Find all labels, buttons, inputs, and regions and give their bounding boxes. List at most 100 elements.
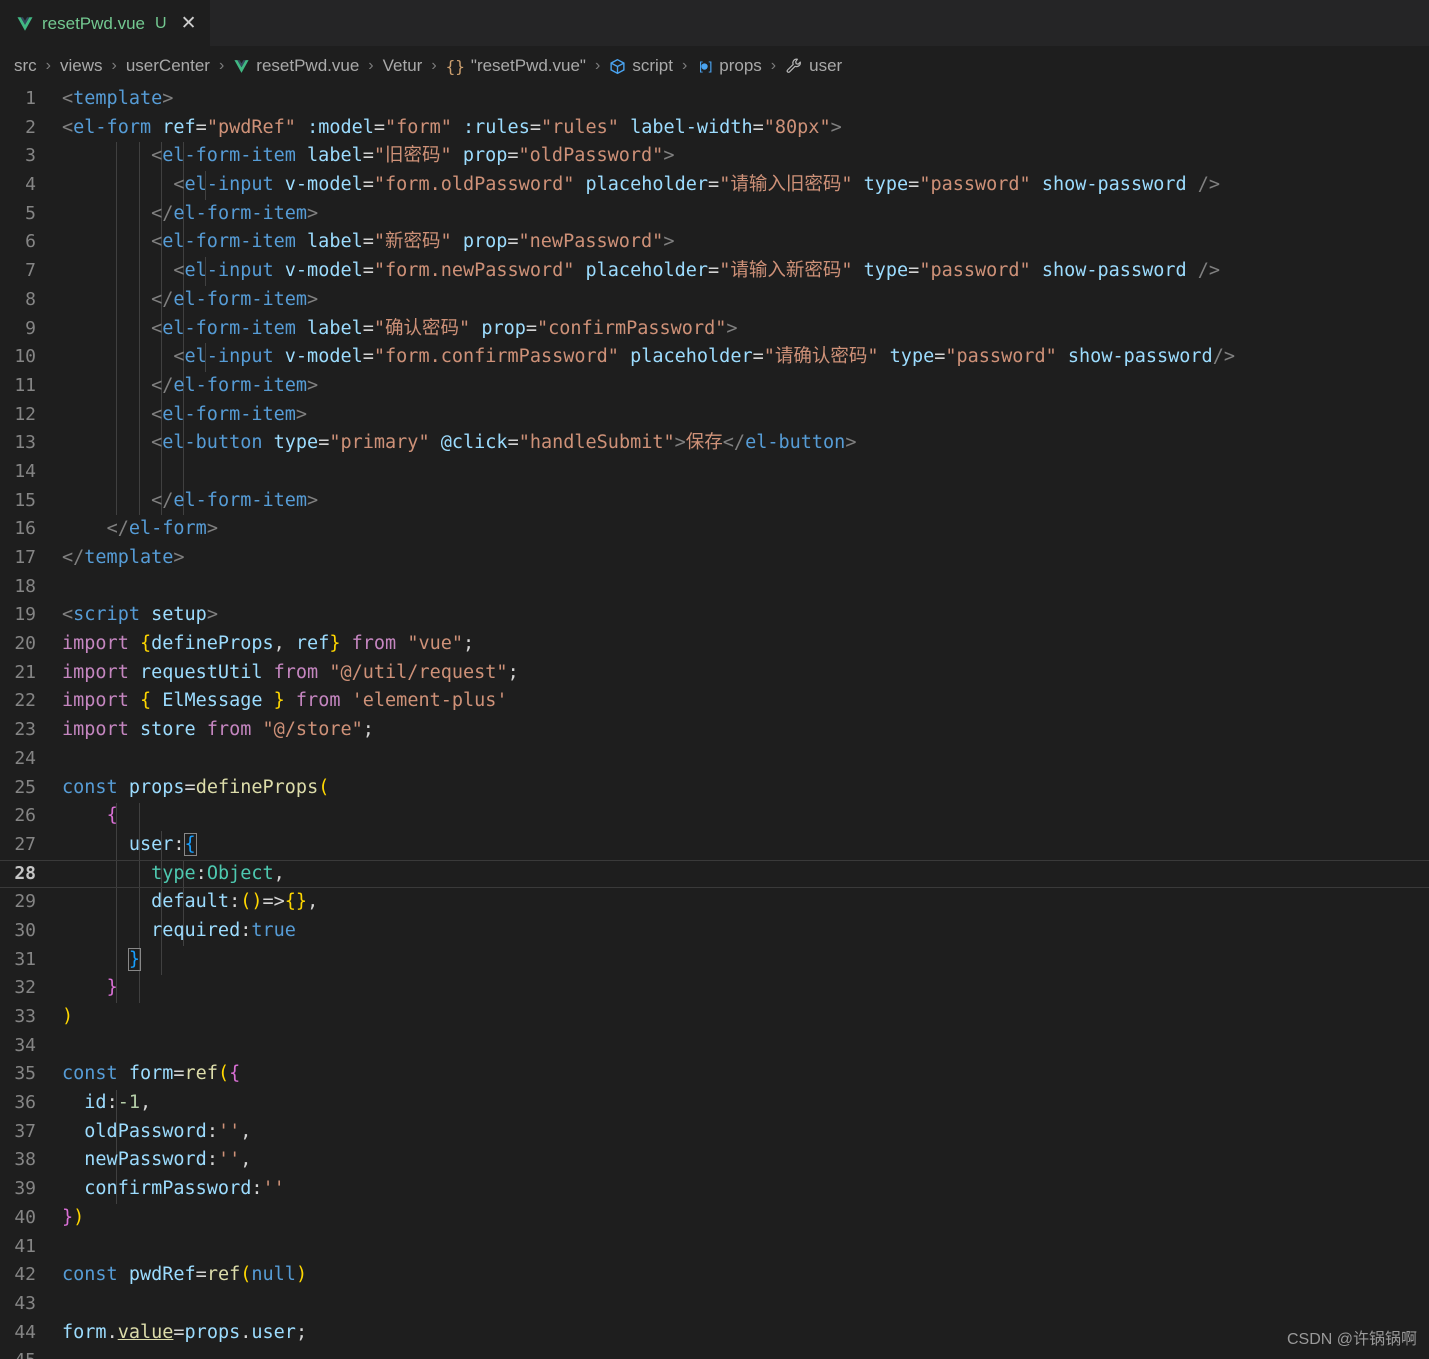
code-line[interactable]: 31 } <box>0 946 1429 975</box>
code-line[interactable]: 22 import { ElMessage } from 'element-plu… <box>0 687 1429 716</box>
code-line[interactable]: 28 type:Object, <box>0 859 1429 889</box>
code-line[interactable]: 4 <el-input v-model="form.oldPassword" p… <box>0 171 1429 200</box>
line-number: 7 <box>25 260 36 282</box>
code-line[interactable]: 7 <el-input v-model="form.newPassword" p… <box>0 257 1429 286</box>
code-line[interactable]: 17 </template> <box>0 544 1429 573</box>
code-line-text[interactable]: type:Object, <box>62 860 1429 889</box>
breadcrumb-item-vetur[interactable]: Vetur <box>381 56 425 76</box>
code-line[interactable]: 2 <el-form ref="pwdRef" :model="form" :ru… <box>0 114 1429 143</box>
code-line-text[interactable]: user:{ <box>62 831 1429 860</box>
breadcrumb-label: Vetur <box>382 56 423 75</box>
tab-resetpwd-vue[interactable]: resetPwd.vue U ✕ <box>0 0 211 46</box>
code-line[interactable]: 29 default:()=>{}, <box>0 888 1429 917</box>
code-line-text[interactable]: <el-input v-model="form.oldPassword" pla… <box>62 171 1429 200</box>
code-line-text[interactable]: confirmPassword:'' <box>62 1175 1429 1204</box>
code-line[interactable]: 41 <box>0 1233 1429 1262</box>
code-line[interactable]: 45 <box>0 1347 1429 1359</box>
code-line[interactable]: 40}) <box>0 1204 1429 1233</box>
code-line[interactable]: 43 <box>0 1290 1429 1319</box>
code-editor[interactable]: 1 <template> 2 <el-form ref="pwdRef" :model… <box>0 85 1429 1359</box>
code-lines-container[interactable]: 1 <template> 2 <el-form ref="pwdRef" :model… <box>0 85 1429 1359</box>
breadcrumb-item-views[interactable]: views <box>58 56 105 76</box>
code-line[interactable]: 16 </el-form> <box>0 515 1429 544</box>
code-line[interactable]: 27 user:{ <box>0 831 1429 860</box>
code-line-text[interactable]: import requestUtil from "@/util/request"… <box>62 659 1429 688</box>
code-line[interactable]: 37 oldPassword:'', <box>0 1118 1429 1147</box>
close-icon[interactable]: ✕ <box>181 14 197 33</box>
code-line[interactable]: 36 id:-1, <box>0 1089 1429 1118</box>
code-line-text[interactable]: ) <box>62 1003 1429 1032</box>
code-line[interactable]: 10 <el-input v-model="form.confirmPasswo… <box>0 343 1429 372</box>
code-line-text[interactable]: required:true <box>62 917 1429 946</box>
code-line-text[interactable]: <template> <box>62 85 1429 114</box>
code-line[interactable]: 23 import store from "@/store"; <box>0 716 1429 745</box>
code-line-text[interactable]: import store from "@/store"; <box>62 716 1429 745</box>
code-line[interactable]: 9 <el-form-item label="确认密码" prop="confi… <box>0 315 1429 344</box>
code-line-text[interactable]: </el-form> <box>62 515 1429 544</box>
code-line[interactable]: 35 const form=ref({ <box>0 1060 1429 1089</box>
code-line-text[interactable]: <el-input v-model="form.newPassword" pla… <box>62 257 1429 286</box>
code-line-text[interactable]: oldPassword:'', <box>62 1118 1429 1147</box>
breadcrumb-item-resetpwd-vue[interactable]: resetPwd.vue <box>231 56 361 76</box>
breadcrumb-item-script[interactable]: script <box>607 56 675 76</box>
code-line-text[interactable]: <el-button type="primary" @click="handle… <box>62 429 1429 458</box>
breadcrumb-item-resetpwd-object[interactable]: {} "resetPwd.vue" <box>444 56 588 76</box>
code-line-text[interactable]: <el-form-item> <box>62 401 1429 430</box>
code-line[interactable]: 3 <el-form-item label="旧密码" prop="oldPas… <box>0 142 1429 171</box>
code-line[interactable]: 19 <script setup> <box>0 601 1429 630</box>
code-line-text[interactable]: form.value=props.user; <box>62 1319 1429 1348</box>
code-line[interactable]: 34 <box>0 1032 1429 1061</box>
code-line-text[interactable]: }) <box>62 1204 1429 1233</box>
code-line-text[interactable]: </el-form-item> <box>62 487 1429 516</box>
code-line-text[interactable]: } <box>62 974 1429 1003</box>
code-line-text[interactable]: <script setup> <box>62 601 1429 630</box>
code-line[interactable]: 18 <box>0 573 1429 602</box>
code-line[interactable]: 1 <template> <box>0 85 1429 114</box>
code-line[interactable]: 44 form.value=props.user; <box>0 1319 1429 1348</box>
code-line[interactable]: 26 { <box>0 802 1429 831</box>
code-line[interactable]: 25 const props=defineProps( <box>0 774 1429 803</box>
code-line-text[interactable]: <el-form-item label="确认密码" prop="confirm… <box>62 315 1429 344</box>
breadcrumb-item-user[interactable]: user <box>783 56 844 76</box>
code-line-text[interactable]: } <box>62 946 1429 975</box>
code-line-text[interactable]: const form=ref({ <box>62 1060 1429 1089</box>
code-line-text[interactable]: <el-input v-model="form.confirmPassword"… <box>62 343 1429 372</box>
code-line-text[interactable]: const pwdRef=ref(null) <box>62 1261 1429 1290</box>
code-line[interactable]: 38 newPassword:'', <box>0 1146 1429 1175</box>
code-line-text[interactable]: id:-1, <box>62 1089 1429 1118</box>
code-line-text[interactable]: <el-form-item label="旧密码" prop="oldPassw… <box>62 142 1429 171</box>
code-line-text[interactable]: { <box>62 802 1429 831</box>
breadcrumb-item-usercenter[interactable]: userCenter <box>124 56 212 76</box>
code-line[interactable]: 21 import requestUtil from "@/util/reques… <box>0 659 1429 688</box>
code-line-text[interactable]: </el-form-item> <box>62 372 1429 401</box>
code-line-text[interactable]: import { ElMessage } from 'element-plus' <box>62 687 1429 716</box>
code-line-text[interactable]: import {defineProps, ref} from "vue"; <box>62 630 1429 659</box>
code-line[interactable]: 33) <box>0 1003 1429 1032</box>
code-line[interactable]: 30 required:true <box>0 917 1429 946</box>
code-line[interactable]: 6 <el-form-item label="新密码" prop="newPas… <box>0 228 1429 257</box>
code-line-text[interactable]: newPassword:'', <box>62 1146 1429 1175</box>
code-line[interactable]: 14 <box>0 458 1429 487</box>
code-line-text[interactable]: <el-form ref="pwdRef" :model="form" :rul… <box>62 114 1429 143</box>
code-line-text[interactable]: <el-form-item label="新密码" prop="newPassw… <box>62 228 1429 257</box>
breadcrumb-item-props[interactable]: [ ] props <box>694 56 764 76</box>
code-line-text[interactable]: </el-form-item> <box>62 286 1429 315</box>
code-line[interactable]: 11 </el-form-item> <box>0 372 1429 401</box>
code-line[interactable]: 12 <el-form-item> <box>0 401 1429 430</box>
code-line-text[interactable]: </el-form-item> <box>62 200 1429 229</box>
code-line-text[interactable]: </template> <box>62 544 1429 573</box>
code-line[interactable]: 8 </el-form-item> <box>0 286 1429 315</box>
code-line[interactable]: 24 <box>0 745 1429 774</box>
code-line[interactable]: 5 </el-form-item> <box>0 200 1429 229</box>
code-line[interactable]: 15 </el-form-item> <box>0 487 1429 516</box>
code-line[interactable]: 32 } <box>0 974 1429 1003</box>
code-line[interactable]: 20 import {defineProps, ref} from "vue"; <box>0 630 1429 659</box>
code-line-text[interactable]: default:()=>{}, <box>62 888 1429 917</box>
breadcrumb-item-src[interactable]: src <box>12 56 39 76</box>
vue-icon <box>233 58 250 75</box>
code-line-text[interactable]: const props=defineProps( <box>62 774 1429 803</box>
code-line[interactable]: 42 const pwdRef=ref(null) <box>0 1261 1429 1290</box>
breadcrumb-separator-icon: › <box>111 57 117 74</box>
code-line[interactable]: 39 confirmPassword:'' <box>0 1175 1429 1204</box>
code-line[interactable]: 13 <el-button type="primary" @click="han… <box>0 429 1429 458</box>
